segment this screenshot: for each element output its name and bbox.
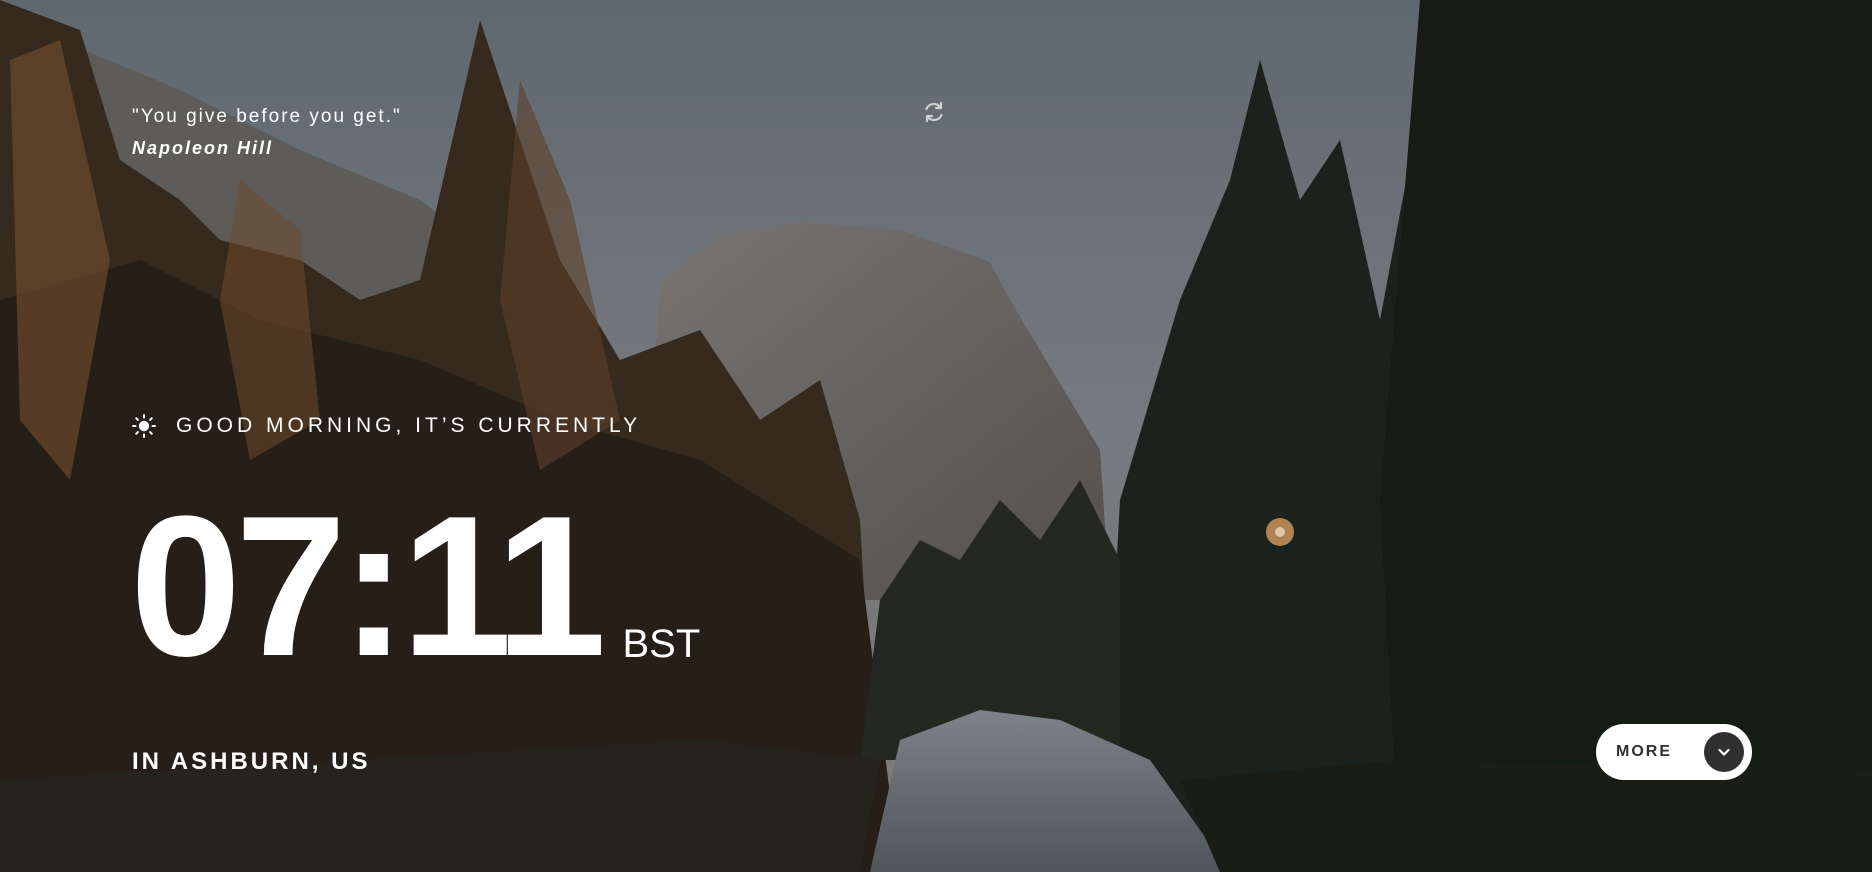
location-label: IN ASHBURN, US <box>132 748 371 775</box>
refresh-icon <box>925 101 943 123</box>
more-button-label: MORE <box>1616 743 1672 760</box>
timezone-label: BST <box>622 622 701 666</box>
more-button-icon-circle <box>1704 732 1744 772</box>
quote-author: Napoleon Hill <box>132 138 274 158</box>
app-background: "You give before you get." Napoleon Hill <box>0 0 1872 872</box>
chevron-down-icon <box>1718 748 1730 756</box>
quote-section: "You give before you get." Napoleon Hill <box>132 104 892 159</box>
greeting-text: GOOD MORNING, IT’S CURRENTLY <box>176 414 642 437</box>
quote-text: "You give before you get." <box>132 106 402 127</box>
current-time: 07:11 <box>130 475 606 698</box>
more-button[interactable]: MORE <box>1596 724 1752 780</box>
refresh-quote-button[interactable] <box>920 98 948 126</box>
clock-display: 07:11 BST <box>130 475 701 698</box>
greeting-row: GOOD MORNING, IT’S CURRENTLY <box>132 414 641 438</box>
sun-icon <box>132 414 156 438</box>
